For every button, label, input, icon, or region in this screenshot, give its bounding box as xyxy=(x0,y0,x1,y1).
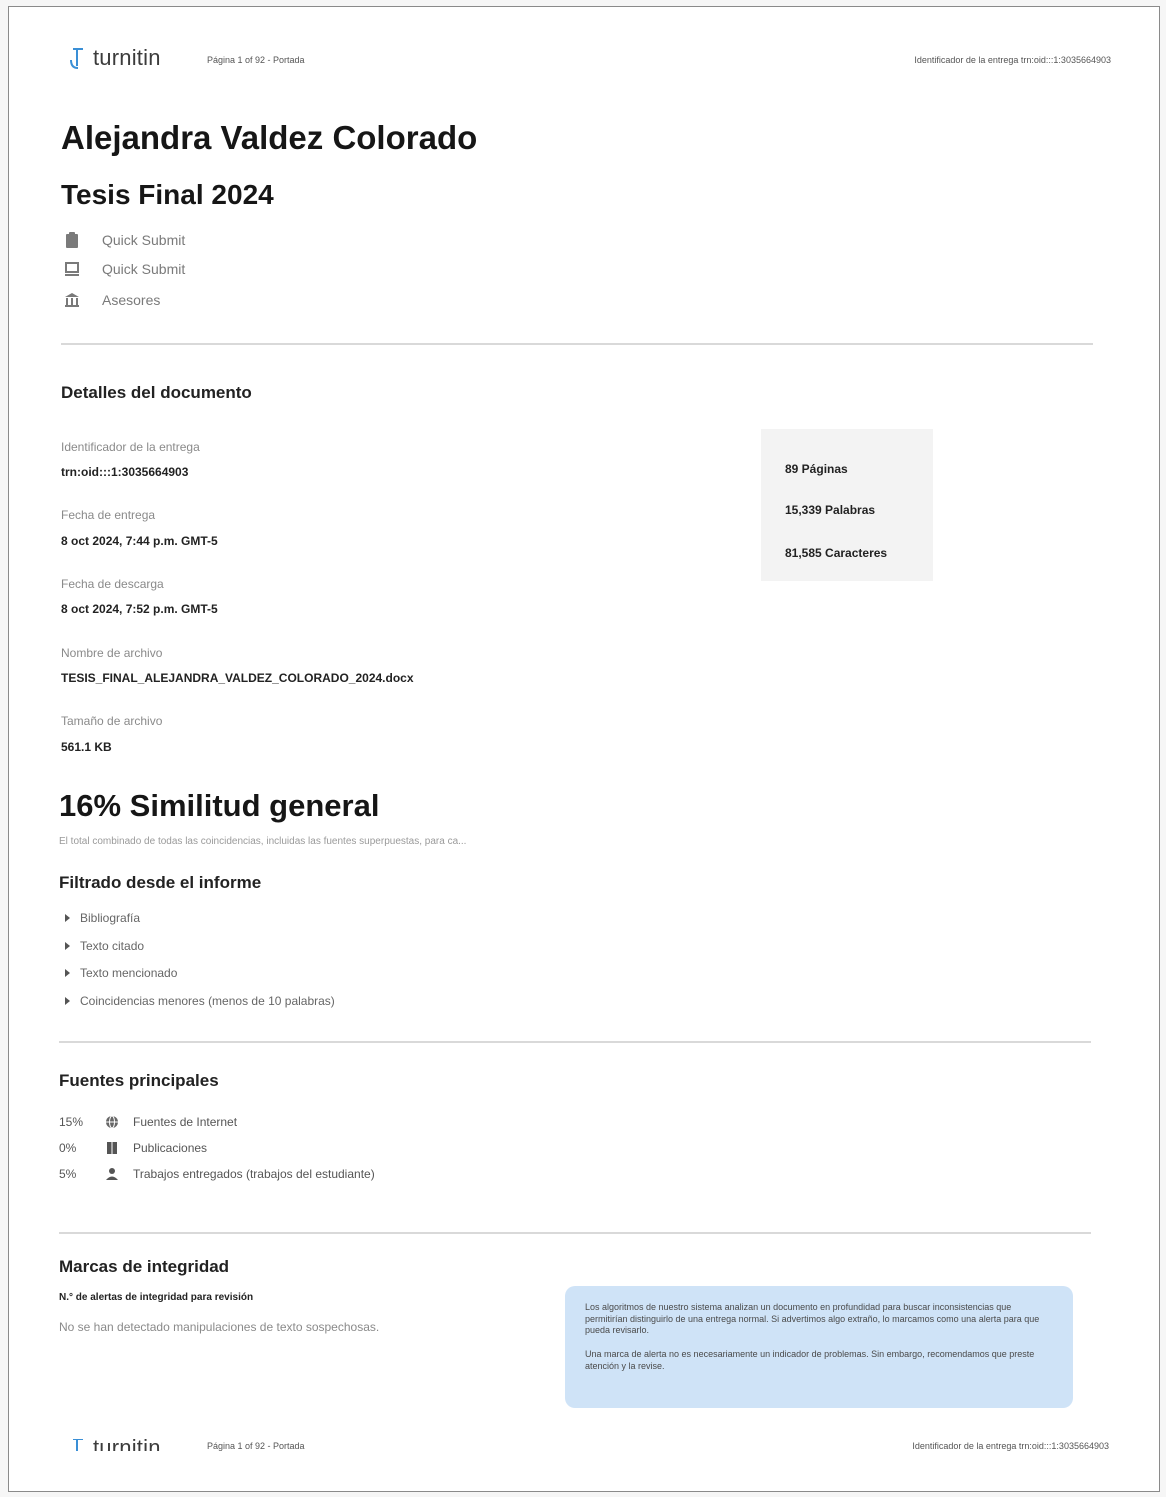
book-icon xyxy=(101,1141,123,1155)
detail-value-submit-date: 8 oct 2024, 7:44 p.m. GMT-5 xyxy=(61,534,218,548)
detail-value-id: trn:oid:::1:3035664903 xyxy=(61,465,189,479)
turnitin-logo-icon xyxy=(73,1439,83,1451)
detail-value-filename: TESIS_FINAL_ALEJANDRA_VALDEZ_COLORADO_20… xyxy=(61,671,414,685)
bullet-icon xyxy=(65,942,70,950)
document-title: Tesis Final 2024 xyxy=(61,179,274,210)
meta-row-3: Asesores xyxy=(64,291,160,309)
filter-item-bibliography: Bibliografía xyxy=(65,911,140,925)
integrity-alerts-text: No se han detectado manipulaciones de te… xyxy=(59,1320,380,1334)
similarity-headline: 16% Similitud general xyxy=(59,788,380,823)
footer-submission-id: Identificador de la entrega trn:oid:::1:… xyxy=(912,1441,1109,1451)
detail-label-download-date: Fecha de descarga xyxy=(61,577,164,591)
integrity-heading: Marcas de integridad xyxy=(59,1257,230,1276)
filter-item-small-matches: Coincidencias menores (menos de 10 palab… xyxy=(65,994,335,1008)
source-percent: 5% xyxy=(59,1167,77,1181)
source-row-publications: 0% Publicaciones xyxy=(59,1141,207,1155)
logo-text: turnitin xyxy=(93,45,161,70)
source-percent: 15% xyxy=(59,1115,84,1129)
clipboard-icon xyxy=(66,232,78,248)
detail-label-submit-date: Fecha de entrega xyxy=(61,508,156,522)
filter-label: Bibliografía xyxy=(80,911,141,925)
filter-item-mentioned: Texto mencionado xyxy=(65,966,177,980)
source-percent: 0% xyxy=(59,1141,77,1155)
footer-logo-text: turnitin xyxy=(93,1439,161,1451)
detail-value-filesize: 561.1 KB xyxy=(61,740,112,754)
person-icon xyxy=(101,1167,123,1181)
detail-label-filename: Nombre de archivo xyxy=(61,646,163,660)
submission-id-header: Identificador de la entrega trn:oid:::1:… xyxy=(914,55,1111,65)
source-row-student-papers: 5% Trabajos entregados (trabajos del est… xyxy=(59,1167,375,1181)
integrity-info-box: Los algoritmos de nuestro sistema analiz… xyxy=(565,1286,1073,1408)
filters-heading: Filtrado desde el informe xyxy=(59,873,262,892)
source-label: Publicaciones xyxy=(133,1141,208,1155)
similarity-description: El total combinado de todas las coincide… xyxy=(59,836,467,847)
info-paragraph-2: Una marca de alerta no es necesariamente… xyxy=(585,1349,1035,1371)
meta-text-1: Quick Submit xyxy=(102,232,186,248)
meta-text-3: Asesores xyxy=(102,292,161,308)
page-info: Página 1 of 92 - Portada xyxy=(207,55,305,65)
meta-row-2: Quick Submit xyxy=(64,260,185,278)
author-name: Alejandra Valdez Colorado xyxy=(61,119,478,156)
divider-1 xyxy=(61,343,1093,345)
divider-2 xyxy=(59,1041,1091,1043)
meta-text-2: Quick Submit xyxy=(102,261,186,277)
detail-label-id: Identificador de la entrega xyxy=(61,440,200,454)
turnitin-logo: turnitin xyxy=(69,45,161,71)
sources-heading: Fuentes principales xyxy=(59,1071,219,1090)
page-footer: turnitin Página 1 of 92 - Portada Identi… xyxy=(69,1439,1109,1451)
turnitin-logo-icon xyxy=(70,48,83,69)
details-heading: Detalles del documento xyxy=(61,383,252,402)
filter-label: Texto mencionado xyxy=(80,966,178,980)
filter-label: Texto citado xyxy=(80,939,145,953)
filter-item-quoted: Texto citado xyxy=(65,939,144,953)
inbox-icon xyxy=(65,262,79,276)
stat-characters: 81,585 Caracteres xyxy=(785,546,888,560)
bullet-icon xyxy=(65,969,70,977)
filter-label: Coincidencias menores (menos de 10 palab… xyxy=(80,994,335,1008)
source-row-internet: 15% Fuentes de Internet xyxy=(59,1115,237,1129)
detail-label-filesize: Tamaño de archivo xyxy=(61,714,163,728)
source-label: Fuentes de Internet xyxy=(133,1115,238,1129)
detail-value-download-date: 8 oct 2024, 7:52 p.m. GMT-5 xyxy=(61,602,218,616)
info-paragraph-1: Los algoritmos de nuestro sistema analiz… xyxy=(585,1302,1040,1336)
footer-page-info: Página 1 of 92 - Portada xyxy=(207,1441,305,1451)
report-page: turnitin Página 1 of 92 - Portada Identi… xyxy=(8,6,1160,1492)
source-label: Trabajos entregados (trabajos del estudi… xyxy=(133,1167,375,1181)
bullet-icon xyxy=(65,997,70,1005)
stat-pages: 89 Páginas xyxy=(785,462,848,476)
document-stats-box: 89 Páginas 15,339 Palabras 81,585 Caract… xyxy=(761,429,933,581)
integrity-alerts-label: N.° de alertas de integridad para revisi… xyxy=(59,1292,254,1303)
meta-row-1: Quick Submit xyxy=(64,231,185,249)
bullet-icon xyxy=(65,914,70,922)
bank-icon xyxy=(65,293,79,307)
footer-logo: turnitin xyxy=(69,1439,161,1451)
globe-icon xyxy=(101,1115,123,1129)
stat-words: 15,339 Palabras xyxy=(785,503,876,517)
divider-3 xyxy=(59,1232,1091,1234)
